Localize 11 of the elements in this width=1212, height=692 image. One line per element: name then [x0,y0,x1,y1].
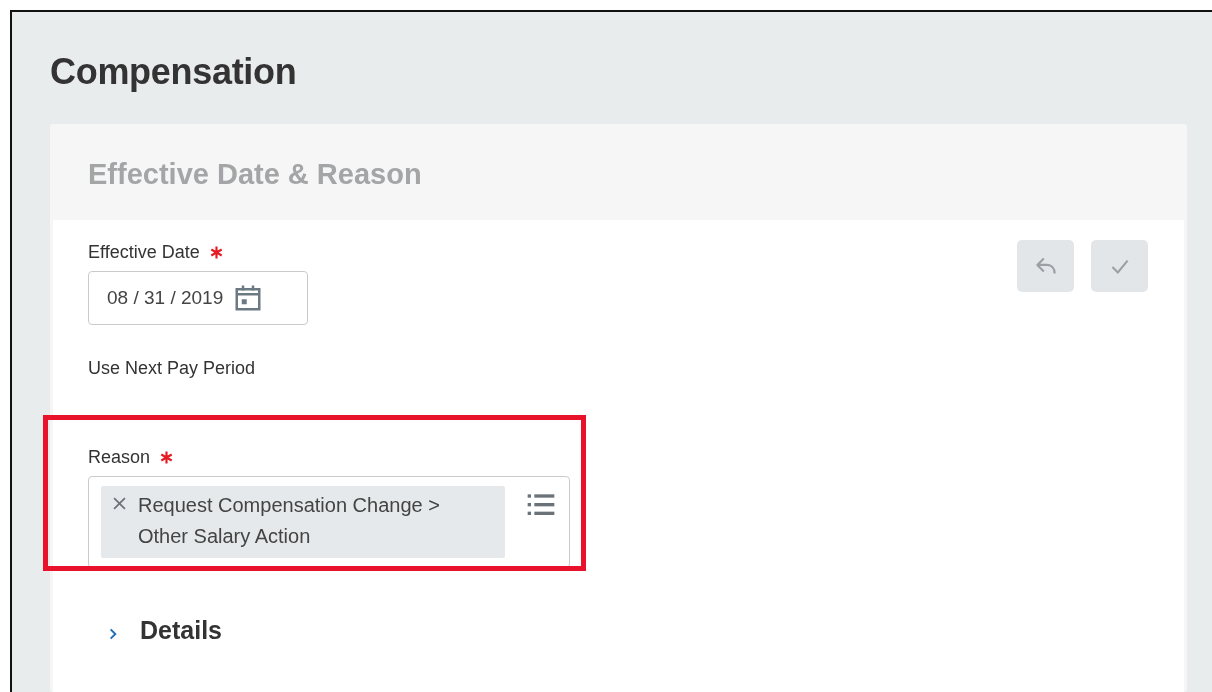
calendar-icon [233,283,264,313]
remove-button[interactable] [113,497,126,510]
card-title: Effective Date & Reason [88,157,423,192]
date-field[interactable]: 08 / 31 / 2019 [88,271,308,325]
field-label: Reason [88,446,151,468]
field-label: Effective Date [88,241,200,263]
selected-value: Request Compensation Change > Other Salary Action [138,493,441,549]
section-title: Details [140,616,222,645]
field-label: Use Next Pay Period [88,358,257,379]
close-icon [113,497,126,510]
page-title: Compensation [50,50,298,94]
